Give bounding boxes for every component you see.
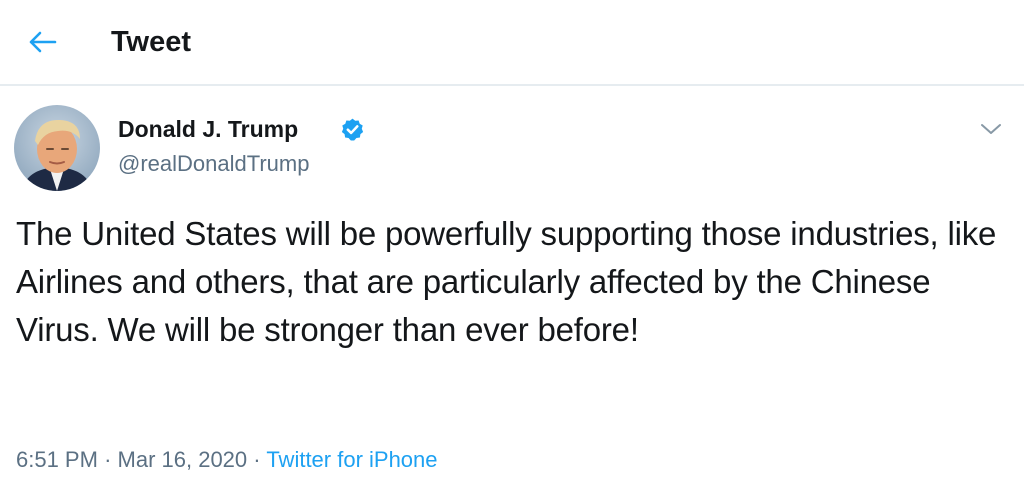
tweet-metadata: 6:51 PM · Mar 16, 2020 · Twitter for iPh…	[16, 445, 438, 475]
meta-separator-2: ·	[253, 447, 261, 472]
back-button[interactable]	[22, 24, 62, 60]
chevron-down-icon	[981, 124, 1001, 134]
meta-separator: ·	[104, 447, 112, 472]
page-title: Tweet	[111, 26, 192, 58]
avatar-image	[14, 105, 100, 191]
verified-badge-icon	[341, 118, 364, 141]
tweet-date[interactable]: Mar 16, 2020	[118, 447, 248, 472]
arrow-left-icon	[29, 31, 57, 53]
author-handle[interactable]: @realDonaldTrump	[118, 149, 309, 179]
tweet-page: Tweet Donald J. Trump @realDonaldTrump T…	[0, 0, 1024, 490]
tweet-source-link[interactable]: Twitter for iPhone	[266, 447, 437, 472]
avatar[interactable]	[14, 105, 100, 191]
tweet-time[interactable]: 6:51 PM	[16, 447, 98, 472]
header-bar: Tweet	[0, 0, 1024, 86]
author-display-name[interactable]: Donald J. Trump	[118, 114, 298, 144]
tweet-text: The United States will be powerfully sup…	[16, 215, 997, 348]
tweet-menu-button[interactable]	[976, 116, 1006, 142]
